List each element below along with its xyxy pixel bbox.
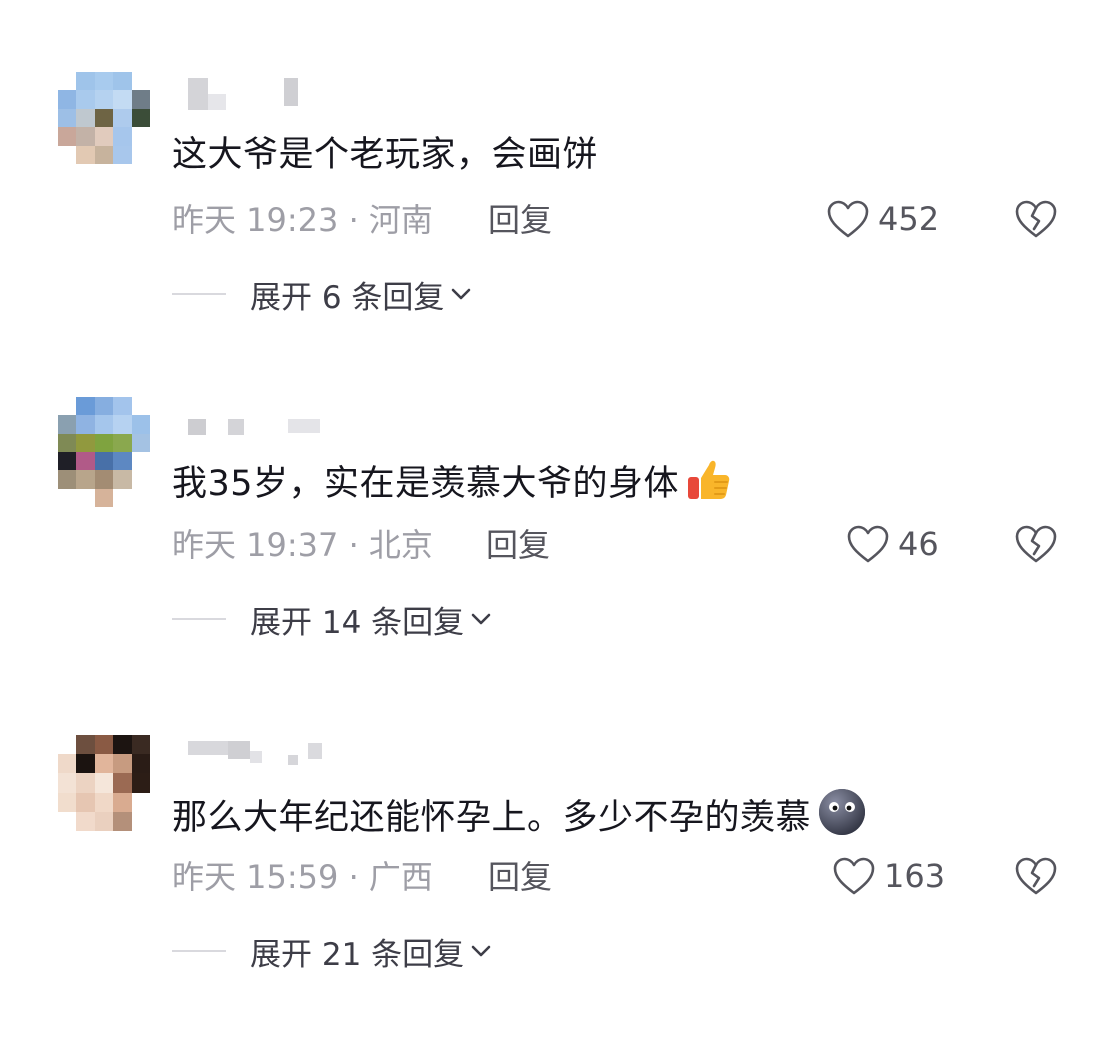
divider-line — [172, 618, 226, 620]
username-redacted[interactable] — [188, 731, 348, 765]
expand-replies-label: 展开 21 条回复 — [250, 936, 465, 973]
comment-item: 我35岁，实在是羡慕大爷的身体 昨天 19:37 · 北京 回复 46 展开 1… — [0, 397, 1108, 727]
heart-outline-icon — [847, 525, 889, 563]
avatar[interactable] — [58, 735, 150, 831]
broken-heart-icon — [1015, 525, 1057, 563]
dislike-button[interactable] — [1012, 519, 1060, 569]
comment-item: 这大爷是个老玩家，会画饼 昨天 19:23 · 河南 回复 452 展开 6 条… — [0, 72, 1108, 402]
like-count: 163 — [884, 857, 946, 895]
reply-button[interactable]: 回复 — [486, 523, 550, 567]
username-redacted[interactable] — [188, 399, 348, 435]
comment-text-content: 这大爷是个老玩家，会画饼 — [172, 135, 599, 175]
comment-text: 我35岁，实在是羡慕大爷的身体 — [172, 455, 733, 517]
like-count: 452 — [878, 200, 940, 238]
comment-item: 那么大年纪还能怀孕上。多少不孕的羡慕 昨天 15:59 · 广西 回复 163 — [0, 729, 1108, 1059]
comment-meta: 昨天 19:23 · 河南 — [172, 201, 433, 239]
expand-replies-label: 展开 6 条回复 — [250, 279, 445, 316]
avatar[interactable] — [58, 397, 150, 507]
chevron-down-icon — [471, 945, 491, 957]
thumbs-up-icon — [685, 455, 733, 517]
comment-text: 这大爷是个老玩家，会画饼 — [172, 130, 598, 180]
divider-line — [172, 293, 226, 295]
dark-face-icon — [817, 787, 867, 851]
comment-text-content: 我35岁，实在是羡慕大爷的身体 — [172, 464, 680, 504]
like-button[interactable]: 163 — [832, 851, 945, 901]
broken-heart-icon — [1015, 200, 1057, 238]
reply-button[interactable]: 回复 — [488, 855, 552, 899]
dislike-button[interactable] — [1012, 194, 1060, 244]
chevron-down-icon — [452, 288, 471, 300]
heart-outline-icon — [833, 857, 875, 895]
reply-button[interactable]: 回复 — [488, 198, 552, 242]
dislike-button[interactable] — [1012, 851, 1060, 901]
expand-replies-button[interactable]: 展开 6 条回复 — [172, 272, 472, 316]
avatar[interactable] — [58, 72, 150, 164]
username-redacted[interactable] — [188, 74, 348, 110]
expand-replies-button[interactable]: 展开 21 条回复 — [172, 929, 492, 973]
divider-line — [172, 950, 226, 952]
like-button[interactable]: 452 — [826, 194, 939, 244]
broken-heart-icon — [1015, 857, 1057, 895]
comment-meta: 昨天 15:59 · 广西 — [172, 858, 433, 896]
comment-text-content: 那么大年纪还能怀孕上。多少不孕的羡慕 — [172, 798, 812, 838]
like-button[interactable]: 46 — [846, 519, 939, 569]
expand-replies-button[interactable]: 展开 14 条回复 — [172, 597, 492, 641]
expand-replies-label: 展开 14 条回复 — [250, 604, 465, 641]
heart-outline-icon — [827, 200, 869, 238]
comment-text: 那么大年纪还能怀孕上。多少不孕的羡慕 — [172, 787, 867, 851]
like-count: 46 — [898, 525, 939, 563]
chevron-down-icon — [471, 613, 491, 625]
comment-meta: 昨天 19:37 · 北京 — [172, 526, 433, 564]
